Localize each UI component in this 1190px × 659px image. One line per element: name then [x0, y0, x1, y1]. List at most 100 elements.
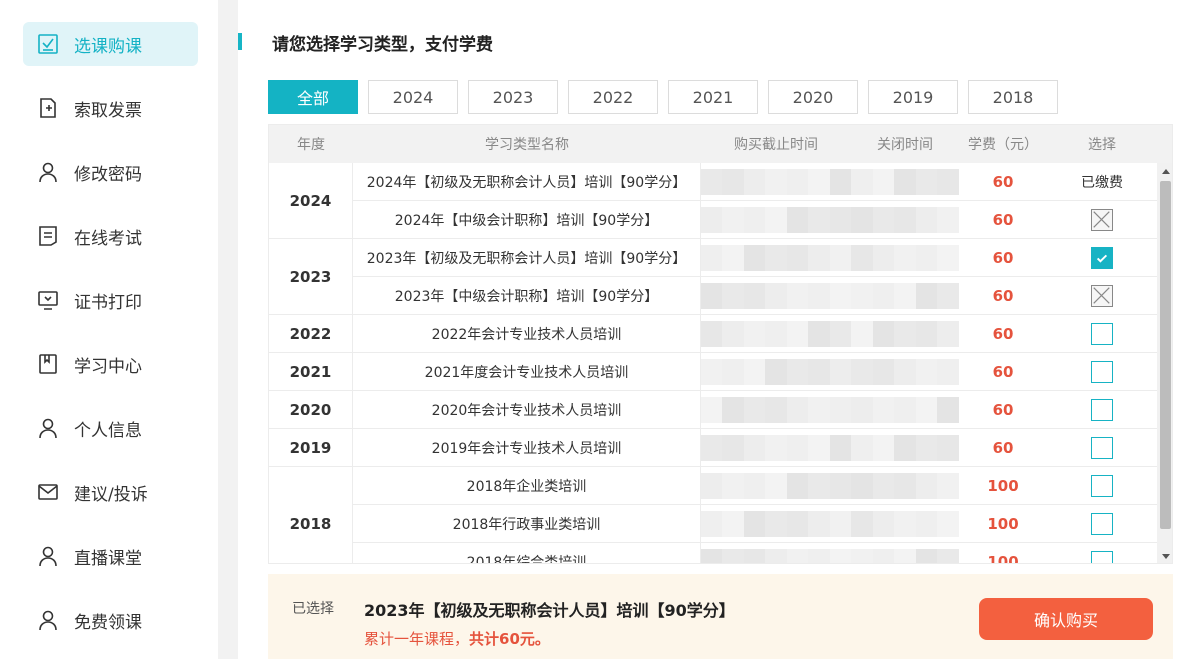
deadline-blurred [701, 543, 851, 563]
course-checkbox[interactable] [1091, 246, 1113, 269]
selection-summary: 已选择 2023年【初级及无职称会计人员】培训【90学分】 累计一年课程，共计6… [268, 574, 1173, 659]
sidebar-item-label: 免费领课 [74, 612, 142, 633]
course-checkbox[interactable] [1091, 398, 1113, 421]
year-tabs: 全部 2024 2023 2022 2021 2020 2019 2018 [268, 80, 1068, 114]
course-fee: 60 [959, 391, 1047, 429]
tab-2[interactable]: 2023 [468, 80, 558, 114]
sidebar-item-label: 个人信息 [74, 420, 142, 441]
close-time-blurred [851, 277, 959, 315]
close-time-blurred [851, 429, 959, 467]
deadline-blurred [701, 467, 851, 505]
table-row: 2022年会计专业技术人员培训 60 [269, 315, 1157, 353]
sidebar-item-label: 选课购课 [74, 36, 142, 57]
header-fee: 学费（元） [968, 137, 1038, 153]
close-time-blurred [851, 391, 959, 429]
sidebar-item-5[interactable]: 学习中心 [23, 342, 198, 386]
sidebar-item-7[interactable]: 建议/投诉 [23, 470, 198, 514]
tab-1[interactable]: 2024 [368, 80, 458, 114]
select-cell [1047, 543, 1157, 563]
select-cell [1047, 505, 1157, 543]
course-checkbox-disabled [1091, 284, 1113, 307]
deadline-blurred [701, 353, 851, 391]
header-name: 学习类型名称 [485, 137, 569, 153]
course-fee: 100 [959, 467, 1047, 505]
course-fee: 100 [959, 543, 1047, 564]
course-fee: 60 [959, 353, 1047, 391]
course-name: 2021年度会计专业技术人员培训 [353, 353, 701, 391]
summary-prefix: 累计一年课程， [364, 630, 470, 648]
close-time-blurred [851, 163, 959, 201]
scroll-down-arrow-icon[interactable] [1162, 554, 1170, 559]
select-cell [1047, 391, 1157, 429]
course-checkbox[interactable] [1091, 360, 1113, 383]
select-cell [1047, 315, 1157, 353]
confirm-purchase-button[interactable]: 确认购买 [979, 598, 1153, 640]
summary-total: 共计60元。 [469, 630, 550, 648]
header-deadline: 购买截止时间 [734, 137, 818, 153]
close-time-blurred [851, 201, 959, 239]
tab-0[interactable]: 全部 [268, 80, 358, 114]
course-checkbox[interactable] [1091, 512, 1113, 535]
sidebar-item-3[interactable]: 在线考试 [23, 214, 198, 258]
course-name: 2020年会计专业技术人员培训 [353, 391, 701, 429]
course-fee: 100 [959, 505, 1047, 543]
sidebar-item-label: 修改密码 [74, 164, 142, 185]
exam-icon [37, 225, 59, 247]
deadline-blurred [701, 505, 851, 543]
course-checkbox[interactable] [1091, 550, 1113, 563]
close-time-blurred [851, 467, 959, 505]
user-icon [37, 417, 59, 439]
header-close-time: 关闭时间 [877, 137, 933, 153]
table-row: 2018年综合类培训 100 [269, 543, 1157, 564]
sidebar-item-label: 索取发票 [74, 100, 142, 121]
tab-5[interactable]: 2020 [768, 80, 858, 114]
sidebar-item-8[interactable]: 直播课堂 [23, 534, 198, 578]
sidebar: 选课购课索取发票修改密码在线考试证书打印学习中心个人信息建议/投诉直播课堂免费领… [0, 0, 218, 659]
sidebar-item-label: 直播课堂 [74, 548, 142, 569]
certificate-icon [37, 289, 59, 311]
cross-icon [1093, 286, 1110, 304]
course-checkbox[interactable] [1091, 436, 1113, 459]
select-cell [1047, 201, 1157, 239]
course-checkbox[interactable] [1091, 474, 1113, 497]
deadline-blurred [701, 315, 851, 353]
checkbox-icon [37, 33, 59, 55]
course-name: 2022年会计专业技术人员培训 [353, 315, 701, 353]
course-fee: 60 [959, 239, 1047, 277]
course-fee: 60 [959, 163, 1047, 201]
sidebar-item-0[interactable]: 选课购课 [23, 22, 198, 66]
sidebar-item-label: 建议/投诉 [74, 484, 148, 505]
book-icon [37, 353, 59, 375]
tab-3[interactable]: 2022 [568, 80, 658, 114]
sidebar-item-6[interactable]: 个人信息 [23, 406, 198, 450]
sidebar-item-4[interactable]: 证书打印 [23, 278, 198, 322]
table-scrollbar[interactable] [1157, 163, 1172, 563]
scroll-up-arrow-icon[interactable] [1162, 169, 1170, 174]
user-icon [37, 545, 59, 567]
course-fee: 60 [959, 277, 1047, 315]
sidebar-item-9[interactable]: 免费领课 [23, 598, 198, 642]
table-row: 2024年【初级及无职称会计人员】培训【90学分】 60 已缴费 [269, 163, 1157, 201]
deadline-blurred [701, 239, 851, 277]
sidebar-item-1[interactable]: 索取发票 [23, 86, 198, 130]
sidebar-item-2[interactable]: 修改密码 [23, 150, 198, 194]
course-checkbox[interactable] [1091, 322, 1113, 345]
table-row: 2020年会计专业技术人员培训 60 [269, 391, 1157, 429]
select-cell [1047, 467, 1157, 505]
course-name: 2018年综合类培训 [353, 543, 701, 563]
scroll-thumb[interactable] [1160, 181, 1171, 529]
deadline-blurred [701, 201, 851, 239]
user-icon [37, 161, 59, 183]
sidebar-item-label: 在线考试 [74, 228, 142, 249]
close-time-blurred [851, 543, 959, 563]
course-fee: 60 [959, 429, 1047, 467]
check-icon [1096, 254, 1108, 263]
tab-6[interactable]: 2019 [868, 80, 958, 114]
invoice-icon [37, 97, 59, 119]
select-cell [1047, 277, 1157, 315]
tab-4[interactable]: 2021 [668, 80, 758, 114]
tab-7[interactable]: 2018 [968, 80, 1058, 114]
deadline-blurred [701, 163, 851, 201]
table-row: 2023年【中级会计职称】培训【90学分】 60 [269, 277, 1157, 315]
table-row: 2023年【初级及无职称会计人员】培训【90学分】 60 [269, 239, 1157, 277]
